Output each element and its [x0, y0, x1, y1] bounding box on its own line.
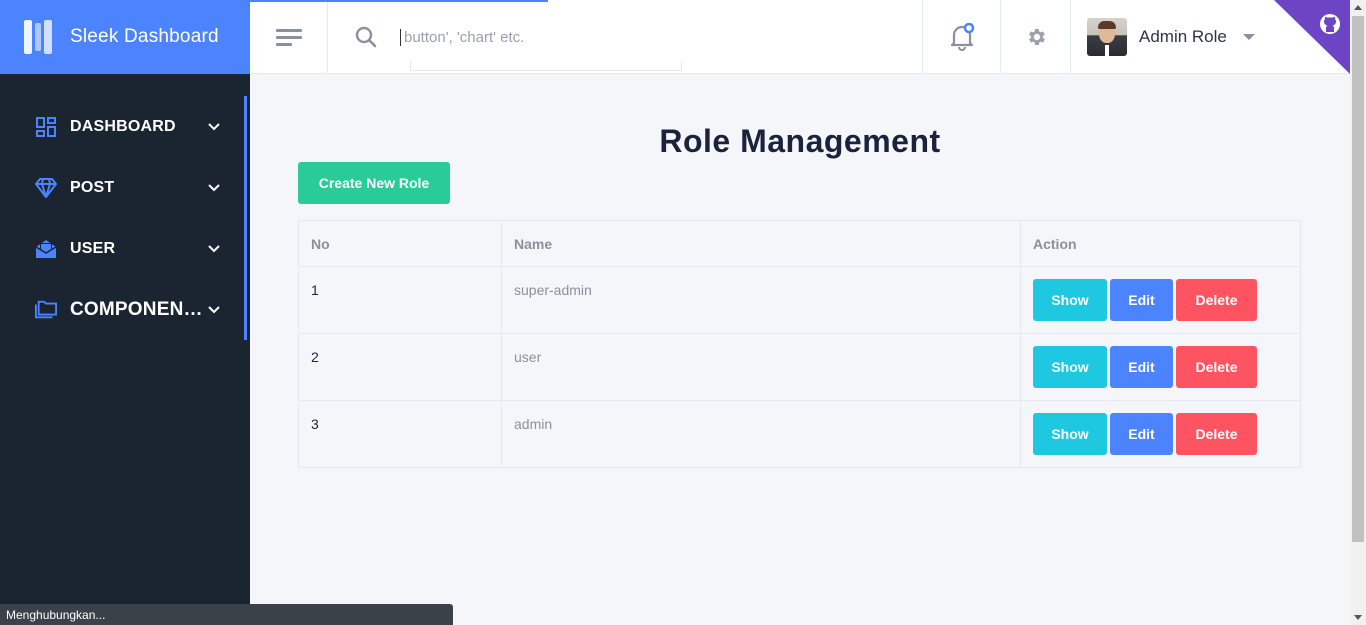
scroll-up-arrow-icon[interactable]: [1354, 5, 1362, 10]
column-header-action: Action: [1020, 220, 1301, 267]
github-icon: [1320, 14, 1340, 34]
sidebar: Sleek Dashboard DASHBOARD POST USER COMP…: [0, 0, 250, 625]
scrollbar-thumb[interactable]: [1352, 16, 1364, 542]
sidebar-nav: DASHBOARD POST USER COMPONENTS: [0, 96, 250, 340]
browser-status-bar: Menghubungkan...: [0, 604, 453, 625]
dashboard-grid-icon: [35, 116, 57, 138]
edit-button[interactable]: Edit: [1110, 346, 1173, 388]
sidebar-item-label: DASHBOARD: [70, 117, 176, 135]
sidebar-item-components[interactable]: COMPONENTS: [0, 279, 250, 340]
loading-progress-bar: [0, 0, 548, 2]
diamond-icon: [35, 177, 57, 199]
sidebar-item-user[interactable]: USER: [0, 218, 250, 279]
show-button[interactable]: Show: [1033, 346, 1107, 388]
chevron-down-icon: [208, 182, 220, 194]
main-content: Role Management Create New Role No Name …: [250, 74, 1350, 625]
search-input[interactable]: [400, 28, 800, 46]
cell-name: user: [501, 333, 1021, 401]
gear-icon: [1028, 29, 1045, 45]
table-row: 3 admin Show Edit Delete: [298, 400, 1301, 468]
envelope-open-icon: [35, 238, 57, 260]
top-header: Admin Role: [250, 0, 1350, 74]
column-header-name: Name: [501, 220, 1021, 267]
sidebar-item-post[interactable]: POST: [0, 157, 250, 218]
hamburger-icon: [275, 29, 302, 46]
brand[interactable]: Sleek Dashboard: [0, 0, 250, 74]
cell-no: 3: [298, 400, 502, 468]
sidebar-item-dashboard[interactable]: DASHBOARD: [0, 96, 250, 157]
bell-icon: [950, 23, 974, 51]
cell-action: Show Edit Delete: [1020, 333, 1301, 401]
cell-no: 1: [298, 266, 502, 334]
page-scrollbar[interactable]: [1350, 0, 1366, 625]
sidebar-item-label: USER: [70, 239, 116, 257]
chevron-down-icon: [208, 121, 220, 133]
brand-logo-icon: [24, 20, 56, 54]
user-name: Admin Role: [1139, 27, 1227, 46]
cell-name: admin: [501, 400, 1021, 468]
search-suggestions-dropdown: [410, 60, 682, 71]
create-new-role-button[interactable]: Create New Role: [298, 162, 450, 204]
avatar: [1087, 18, 1127, 56]
search-bar: [328, 0, 922, 74]
page-title: Role Management: [659, 123, 941, 159]
show-button[interactable]: Show: [1033, 413, 1107, 455]
cell-name: super-admin: [501, 266, 1021, 334]
cell-no: 2: [298, 333, 502, 401]
table-row: 1 super-admin Show Edit Delete: [298, 266, 1301, 334]
table-row: 2 user Show Edit Delete: [298, 333, 1301, 401]
edit-button[interactable]: Edit: [1110, 413, 1173, 455]
notifications-button[interactable]: [922, 0, 1000, 74]
roles-table: No Name Action 1 super-admin Show Edit Del…: [298, 220, 1301, 468]
delete-button[interactable]: Delete: [1176, 346, 1257, 388]
delete-button[interactable]: Delete: [1176, 279, 1257, 321]
settings-button[interactable]: [1000, 0, 1070, 74]
scroll-down-arrow-icon[interactable]: [1354, 615, 1362, 620]
sidebar-item-label: POST: [70, 178, 115, 196]
search-icon[interactable]: [355, 26, 377, 48]
brand-title: Sleek Dashboard: [70, 26, 219, 47]
sidebar-item-label: COMPONENTS: [70, 298, 208, 320]
github-corner-link[interactable]: [1274, 0, 1350, 74]
chevron-down-icon: [208, 304, 220, 316]
folder-multiple-icon: [35, 299, 57, 321]
cell-action: Show Edit Delete: [1020, 266, 1301, 334]
chevron-down-icon: [208, 243, 220, 255]
delete-button[interactable]: Delete: [1176, 413, 1257, 455]
show-button[interactable]: Show: [1033, 279, 1107, 321]
column-header-no: No: [298, 220, 502, 267]
cell-action: Show Edit Delete: [1020, 400, 1301, 468]
edit-button[interactable]: Edit: [1110, 279, 1173, 321]
table-header-row: No Name Action: [298, 220, 1301, 267]
sidebar-toggle-button[interactable]: [250, 0, 328, 74]
caret-down-icon: [1242, 34, 1255, 40]
